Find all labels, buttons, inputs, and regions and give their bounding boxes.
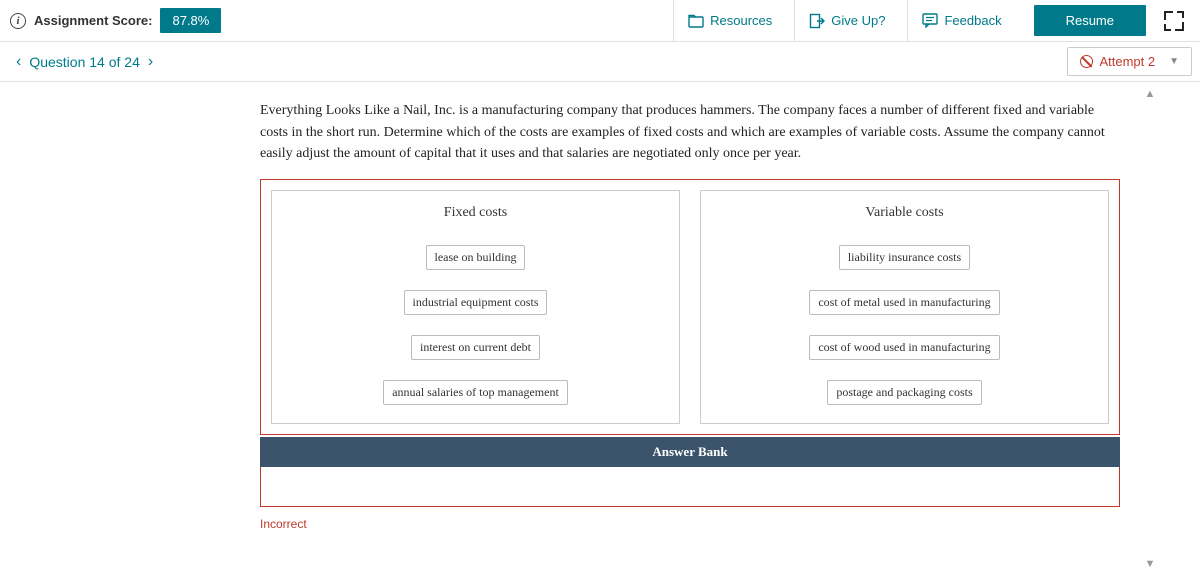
variable-zone-title: Variable costs	[865, 199, 943, 235]
fixed-costs-zone[interactable]: Fixed costs lease on building industrial…	[271, 190, 680, 424]
chevron-down-icon: ▼	[1169, 56, 1179, 67]
prohibit-icon	[1080, 55, 1093, 68]
scroll-down-icon[interactable]: ▼	[1145, 558, 1156, 570]
giveup-label: Give Up?	[831, 13, 885, 28]
question-content: Everything Looks Like a Nail, Inc. is a …	[260, 82, 1140, 576]
score-section: i Assignment Score: 87.8%	[10, 8, 221, 33]
question-navbar: ‹ Question 14 of 24 › Attempt 2 ▼	[0, 42, 1200, 82]
cost-chip[interactable]: annual salaries of top management	[383, 380, 568, 405]
score-badge: 87.8%	[160, 8, 221, 33]
cost-chip[interactable]: cost of wood used in manufacturing	[809, 335, 999, 360]
cost-chip[interactable]: industrial equipment costs	[404, 290, 548, 315]
folder-icon	[688, 13, 704, 29]
cost-chip[interactable]: cost of metal used in manufacturing	[809, 290, 999, 315]
topbar: i Assignment Score: 87.8% Resources Give…	[0, 0, 1200, 42]
chat-icon	[922, 13, 938, 29]
fixed-zone-title: Fixed costs	[444, 199, 507, 235]
scrollbar[interactable]: ▲ ▼	[1140, 82, 1160, 576]
resources-button[interactable]: Resources	[673, 0, 786, 42]
prev-question-button[interactable]: ‹	[8, 53, 29, 71]
status-incorrect: Incorrect	[260, 507, 1120, 531]
attempt-selector[interactable]: Attempt 2 ▼	[1067, 47, 1192, 76]
exit-icon	[809, 13, 825, 29]
feedback-button[interactable]: Feedback	[907, 0, 1015, 42]
variable-costs-zone[interactable]: Variable costs liability insurance costs…	[700, 190, 1109, 424]
feedback-label: Feedback	[944, 13, 1001, 28]
scroll-up-icon[interactable]: ▲	[1145, 88, 1156, 100]
resume-button[interactable]: Resume	[1034, 5, 1146, 36]
answer-bank-header: Answer Bank	[260, 437, 1120, 467]
question-prompt: Everything Looks Like a Nail, Inc. is a …	[260, 82, 1120, 179]
dropzones-container: Fixed costs lease on building industrial…	[260, 179, 1120, 435]
cost-chip[interactable]: interest on current debt	[411, 335, 540, 360]
answer-bank-zone[interactable]	[260, 467, 1120, 507]
giveup-button[interactable]: Give Up?	[794, 0, 899, 42]
resources-label: Resources	[710, 13, 772, 28]
attempt-label: Attempt 2	[1099, 54, 1155, 69]
cost-chip[interactable]: liability insurance costs	[839, 245, 970, 270]
score-label: Assignment Score:	[34, 13, 152, 28]
fullscreen-icon[interactable]	[1164, 11, 1184, 31]
info-icon[interactable]: i	[10, 13, 26, 29]
question-counter[interactable]: Question 14 of 24	[29, 54, 140, 70]
cost-chip[interactable]: lease on building	[426, 245, 526, 270]
cost-chip[interactable]: postage and packaging costs	[827, 380, 981, 405]
next-question-button[interactable]: ›	[140, 53, 161, 71]
